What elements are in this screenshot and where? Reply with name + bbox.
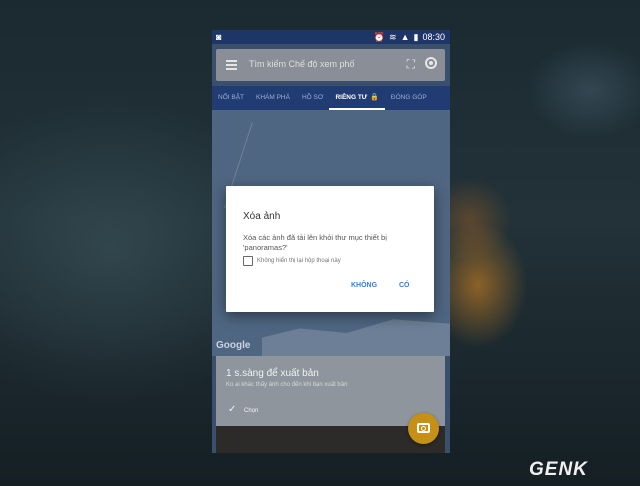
tab-bar: NỔI BẬT KHÁM PHÁ HỒ SƠ RIÊNG TƯ 🔒 ĐÓNG GÓ… bbox=[212, 86, 450, 110]
tab-kham-pha[interactable]: KHÁM PHÁ bbox=[250, 86, 296, 110]
dialog-title: Xóa ảnh bbox=[243, 211, 281, 222]
select-label[interactable]: Chọn bbox=[244, 408, 258, 414]
tab-label: RIÊNG TƯ bbox=[335, 94, 368, 101]
search-bar[interactable]: Tìm kiếm Chế độ xem phố ⛶ bbox=[216, 49, 445, 81]
signal-icon: ▲ bbox=[400, 32, 410, 42]
google-logo: Google bbox=[216, 340, 251, 351]
my-location-icon[interactable] bbox=[425, 57, 437, 69]
card-subtitle: Ko ai khác thấy ảnh cho đến khi bạn xuất… bbox=[226, 382, 348, 388]
no-button[interactable]: KHÔNG bbox=[351, 282, 377, 289]
card-title: 1 s.sàng để xuất bản bbox=[226, 368, 319, 379]
alarm-icon: ⏰ bbox=[373, 32, 386, 42]
tab-ho-so[interactable]: HỒ SƠ bbox=[296, 86, 329, 110]
menu-icon[interactable] bbox=[226, 60, 237, 72]
dont-show-again-checkbox[interactable] bbox=[243, 256, 253, 266]
search-input[interactable]: Tìm kiếm Chế độ xem phố bbox=[249, 59, 355, 69]
genk-watermark: GENK bbox=[529, 459, 588, 480]
wifi-icon: ≋ bbox=[389, 32, 397, 42]
battery-icon: ▮ bbox=[413, 32, 419, 42]
clock: 08:30 bbox=[422, 32, 445, 42]
checkbox-label[interactable]: Không hiển thị lại hộp thoại này bbox=[257, 258, 341, 264]
camera-icon: ◙ bbox=[216, 32, 222, 42]
yes-button[interactable]: CÓ bbox=[399, 282, 410, 289]
tab-noi-bat[interactable]: NỔI BẬT bbox=[212, 86, 250, 110]
fullscreen-icon[interactable]: ⛶ bbox=[407, 57, 415, 72]
lock-icon: 🔒 bbox=[370, 94, 379, 101]
tab-rieng-tu[interactable]: RIÊNG TƯ 🔒 bbox=[329, 86, 385, 110]
dialog-message: Xóa các ảnh đã tải lên khỏi thư mục thiế… bbox=[243, 233, 387, 252]
check-icon[interactable]: ✓ bbox=[228, 404, 236, 415]
map-land bbox=[262, 319, 450, 356]
camera-icon bbox=[417, 423, 430, 433]
delete-photos-dialog: Xóa ảnh Xóa các ảnh đã tải lên khỏi thư … bbox=[226, 186, 434, 312]
camera-fab-button[interactable] bbox=[408, 413, 439, 444]
status-bar: ◙ ⏰ ≋ ▲ ▮ 08:30 bbox=[212, 30, 450, 44]
tab-dong-gop[interactable]: ĐÓNG GÓP bbox=[385, 86, 433, 110]
